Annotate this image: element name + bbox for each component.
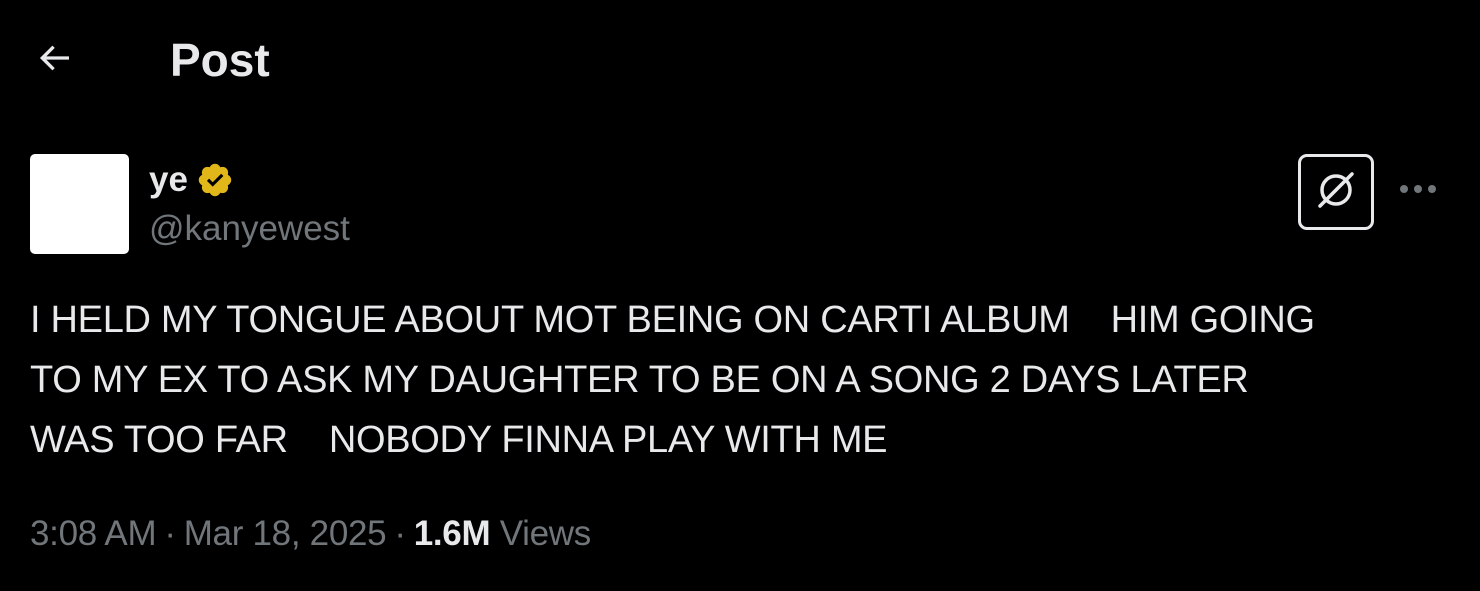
- verified-badge-icon[interactable]: [196, 161, 234, 199]
- top-bar: Post: [0, 0, 1480, 120]
- post-time[interactable]: 3:08 AM: [30, 514, 157, 553]
- avatar[interactable]: [30, 154, 129, 254]
- page-title: Post: [170, 34, 270, 86]
- more-horizontal-icon: [1398, 182, 1438, 200]
- post-meta: 3:08 AM · Mar 18, 2025 · 1.6M Views: [30, 510, 591, 558]
- post-text: I HELD MY TONGUE ABOUT MOT BEING ON CART…: [30, 299, 1315, 461]
- meta-separator: ·: [164, 514, 176, 553]
- meta-separator: ·: [394, 514, 406, 553]
- grok-button[interactable]: [1298, 154, 1374, 230]
- author-name-row: ye: [149, 158, 234, 202]
- views-label: Views: [499, 514, 592, 553]
- more-options-button[interactable]: [1390, 166, 1446, 216]
- post-date[interactable]: Mar 18, 2025: [184, 514, 387, 553]
- grok-icon: [1313, 167, 1359, 218]
- views-count[interactable]: 1.6M: [414, 514, 491, 553]
- author-handle[interactable]: @kanyewest: [149, 206, 350, 252]
- arrow-left-icon: [34, 38, 74, 83]
- back-button[interactable]: [26, 32, 82, 88]
- author-display-name[interactable]: ye: [149, 158, 188, 202]
